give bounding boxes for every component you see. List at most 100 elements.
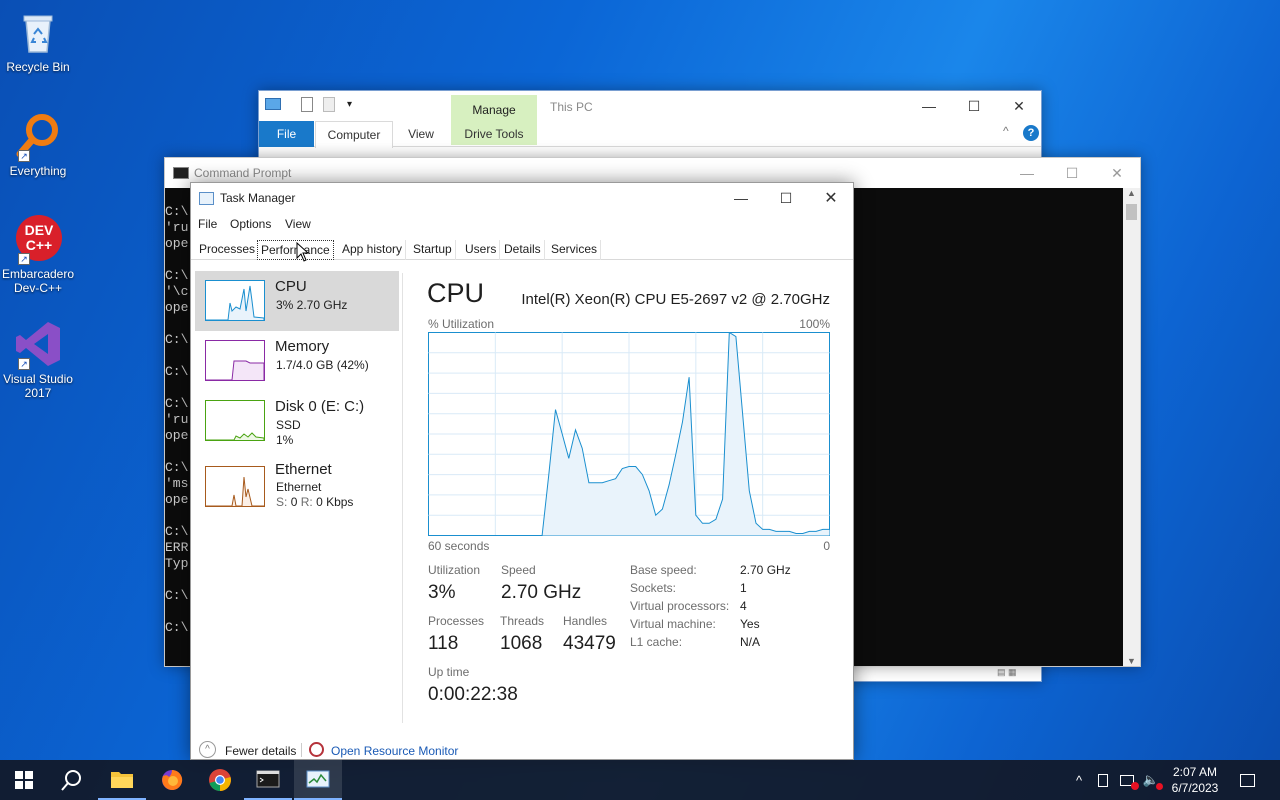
menu-options[interactable]: Options xyxy=(230,217,271,231)
spec-key: Sockets: xyxy=(630,581,677,595)
uptime-value: 0:00:22:38 xyxy=(428,684,518,705)
tm-title: Task Manager xyxy=(220,191,296,205)
help-icon[interactable]: ? xyxy=(1023,125,1039,141)
spec-value: 1 xyxy=(740,581,747,595)
spec-value: 2.70 GHz xyxy=(740,563,791,577)
tab-processes[interactable]: Processes xyxy=(196,240,260,260)
tab-drive-tools[interactable]: Drive Tools xyxy=(451,121,537,147)
menu-file[interactable]: File xyxy=(198,217,217,231)
collapse-ribbon-icon[interactable]: ^ xyxy=(1003,124,1009,138)
ribbon-tabs: File Computer View Drive Tools ^ ? xyxy=(259,121,1041,148)
network-status-button[interactable] xyxy=(1116,760,1139,800)
tab-users[interactable]: Users xyxy=(462,240,501,260)
maximize-button[interactable]: ☐ xyxy=(1049,158,1095,188)
network-disconnected-icon xyxy=(1120,774,1139,790)
resource-monitor-icon xyxy=(309,742,324,757)
minimize-button[interactable]: — xyxy=(1004,158,1050,188)
desktop-icon-everything[interactable]: ↗ Everything xyxy=(0,112,76,178)
new-folder-icon[interactable] xyxy=(323,97,335,112)
tab-computer[interactable]: Computer xyxy=(315,121,393,148)
spec-key: Virtual processors: xyxy=(630,599,730,613)
maximize-button[interactable]: ☐ xyxy=(951,91,997,121)
tab-details[interactable]: Details xyxy=(501,240,545,260)
taskbar-task-manager[interactable] xyxy=(294,760,342,800)
close-button[interactable]: ✕ xyxy=(808,183,854,213)
window-title: This PC xyxy=(550,100,593,114)
tab-startup[interactable]: Startup xyxy=(410,240,456,260)
everything-search-icon: ↗ xyxy=(14,112,62,162)
cmd-line xyxy=(165,252,188,268)
cmd-line: C:\ xyxy=(165,588,189,603)
tm-tabs: Processes Performance App history Startu… xyxy=(191,237,853,260)
start-button[interactable] xyxy=(0,760,48,800)
cmd-line xyxy=(165,380,188,396)
devcpp-label-2: Dev-C++ xyxy=(13,281,63,295)
cmd-line xyxy=(165,444,188,460)
mouse-cursor-icon xyxy=(296,242,310,262)
maximize-button[interactable]: ☐ xyxy=(763,183,809,213)
processes-value: 118 xyxy=(428,633,459,654)
tab-view[interactable]: View xyxy=(399,121,443,147)
cmd-line xyxy=(165,316,188,332)
tab-services[interactable]: Services xyxy=(548,240,602,260)
scroll-thumb[interactable] xyxy=(1126,204,1137,220)
task-manager-window[interactable]: Task Manager — ☐ ✕ File Options View Pro… xyxy=(190,182,854,760)
graph-x-label: 60 seconds xyxy=(428,539,490,553)
shortcut-arrow-icon: ↗ xyxy=(18,150,30,162)
memory-name: Memory xyxy=(275,338,330,355)
cmd-line: ope xyxy=(165,236,189,251)
cmd-line: C:\ xyxy=(165,460,189,475)
uptime-label: Up time xyxy=(428,665,470,679)
notification-center-button[interactable] xyxy=(1232,760,1262,800)
spec-key: Base speed: xyxy=(630,563,697,577)
cmd-line xyxy=(165,348,188,364)
scroll-up-arrow-icon[interactable]: ▲ xyxy=(1123,188,1140,198)
desktop-icon-recycle-bin[interactable]: Recycle Bin xyxy=(0,8,76,74)
tray-app-icon[interactable] xyxy=(1094,760,1112,800)
minimize-button[interactable]: — xyxy=(718,183,764,213)
speaker-muted-icon: 🔈 xyxy=(1143,772,1164,790)
threads-label: Threads xyxy=(500,614,545,628)
cmd-line: C:\ xyxy=(165,204,189,219)
cmd-output[interactable]: C:\'ru ope C:\ '\c ope C:\ C:\ C:\'ru ope C:\'ms o… xyxy=(165,204,188,636)
tab-file[interactable]: File xyxy=(259,121,314,147)
sidebar-item-ethernet[interactable]: Ethernet Ethernet S: 0 R: 0 Kbps xyxy=(195,457,399,517)
view-layout-icons[interactable]: ▤ ▦ xyxy=(997,667,1037,677)
notification-icon xyxy=(1239,773,1255,787)
cmd-line xyxy=(165,604,188,620)
menu-view[interactable]: View xyxy=(285,217,311,231)
cpu-thumbnail-graph xyxy=(205,280,265,321)
properties-icon[interactable] xyxy=(301,97,313,112)
taskbar-command-prompt[interactable] xyxy=(244,760,292,800)
graph-y-label: % Utilization xyxy=(428,317,495,331)
terminal-icon xyxy=(256,770,280,788)
taskbar-firefox[interactable] xyxy=(148,760,196,800)
visual-studio-icon: ↗ xyxy=(14,320,62,370)
sidebar-item-cpu[interactable]: CPU 3% 2.70 GHz xyxy=(195,271,399,331)
tab-app-history[interactable]: App history xyxy=(339,240,407,260)
chrome-icon xyxy=(209,769,231,791)
search-button[interactable] xyxy=(48,760,96,800)
shortcut-arrow-icon: ↗ xyxy=(18,253,30,265)
minimize-button[interactable]: — xyxy=(906,91,952,121)
visual-studio-label-2: 2017 xyxy=(24,386,52,400)
taskbar-chrome[interactable] xyxy=(196,760,244,800)
close-button[interactable]: ✕ xyxy=(996,91,1042,121)
cmd-line: ERR xyxy=(165,540,189,555)
show-hidden-icons-button[interactable]: ^ xyxy=(1068,760,1090,800)
volume-button[interactable]: 🔈 xyxy=(1140,760,1164,800)
sidebar-item-memory[interactable]: Memory 1.7/4.0 GB (42%) xyxy=(195,331,399,391)
taskbar-file-explorer[interactable] xyxy=(98,760,146,800)
cmd-scrollbar[interactable]: ▲ ▼ xyxy=(1123,188,1140,666)
disk-name: Disk 0 (E: C:) xyxy=(275,398,365,415)
desktop-icon-visual-studio[interactable]: ↗ Visual Studio 2017 xyxy=(0,320,76,400)
scroll-down-arrow-icon[interactable]: ▼ xyxy=(1123,656,1140,666)
qat-dropdown-icon[interactable]: ▾ xyxy=(347,99,352,110)
clock[interactable]: 2:07 AM 6/7/2023 xyxy=(1166,760,1224,800)
desktop-icon-devcpp[interactable]: DEV C++ ↗ Embarcadero Dev-C++ xyxy=(0,215,76,295)
disk-usage: 1% xyxy=(276,433,294,447)
this-pc-icon xyxy=(265,98,281,110)
visual-studio-label-1: Visual Studio xyxy=(3,372,73,386)
sidebar-item-disk[interactable]: Disk 0 (E: C:) SSD 1% xyxy=(195,391,399,451)
close-button[interactable]: ✕ xyxy=(1094,158,1140,188)
